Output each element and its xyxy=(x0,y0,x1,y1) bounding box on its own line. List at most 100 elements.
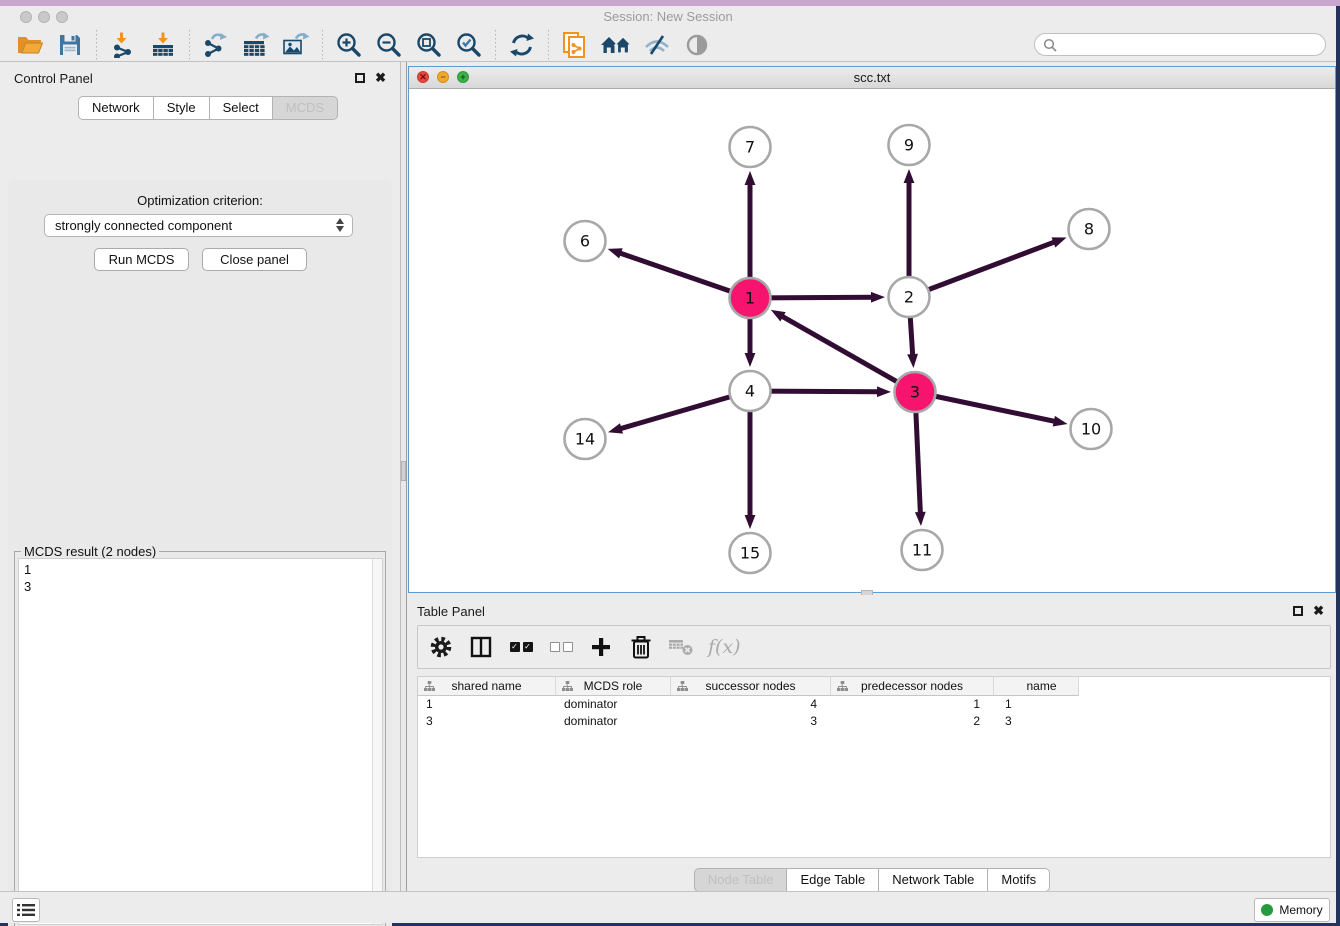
clone-network-icon[interactable] xyxy=(560,29,590,61)
column-header-predecessor-nodes[interactable]: predecessor nodes xyxy=(831,677,994,696)
graph-node-14[interactable]: 14 xyxy=(565,419,606,459)
svg-text:8: 8 xyxy=(1084,220,1094,239)
close-panel-icon[interactable]: ✖ xyxy=(375,71,386,84)
memory-button[interactable]: Memory xyxy=(1254,898,1330,922)
mcds-result-area[interactable]: 1 3 xyxy=(18,558,383,925)
column-header-successor-nodes[interactable]: successor nodes xyxy=(671,677,831,696)
task-history-button[interactable] xyxy=(12,898,40,922)
graph-node-11[interactable]: 11 xyxy=(902,530,943,570)
mcds-result-title: MCDS result (2 nodes) xyxy=(21,544,159,559)
open-folder-icon[interactable] xyxy=(15,29,45,61)
add-column-icon[interactable] xyxy=(588,632,614,662)
search-box[interactable] xyxy=(1034,33,1326,56)
hide-eye-icon[interactable] xyxy=(642,29,672,61)
graph-node-2[interactable]: 2 xyxy=(889,277,930,317)
save-icon[interactable] xyxy=(55,29,85,61)
mcds-panel: Optimization criterion: strongly connect… xyxy=(8,180,392,926)
optimization-criterion-label: Optimization criterion: xyxy=(8,193,392,208)
graph-edge-3-1[interactable] xyxy=(781,316,915,392)
column-header-name[interactable]: name xyxy=(994,677,1079,696)
zoom-fit-icon[interactable] xyxy=(414,29,444,61)
export-image-icon[interactable] xyxy=(281,29,311,61)
main-toolbar xyxy=(0,28,1336,62)
graph-edge-arrowhead xyxy=(745,353,756,367)
tab-mcds[interactable]: MCDS xyxy=(272,96,338,120)
toolbar-separator xyxy=(495,30,496,60)
table-panel-title: Table Panel xyxy=(417,604,485,619)
tab-motifs[interactable]: Motifs xyxy=(987,868,1050,892)
control-panel-tabs: NetworkStyleSelectMCDS xyxy=(78,96,338,120)
svg-text:14: 14 xyxy=(575,430,595,449)
graph-node-6[interactable]: 6 xyxy=(565,221,606,261)
graph-node-1[interactable]: 1 xyxy=(730,278,771,318)
network-window-title: scc.txt xyxy=(409,70,1335,85)
column-header-mcds-role[interactable]: MCDS role xyxy=(556,677,671,696)
float-panel-icon[interactable] xyxy=(355,73,365,83)
tab-network-table[interactable]: Network Table xyxy=(878,868,988,892)
network-window-titlebar[interactable]: ✕ − + scc.txt xyxy=(409,67,1335,89)
table-rows: 1dominator4113dominator323 xyxy=(418,696,1330,730)
splitter-handle[interactable] xyxy=(401,461,406,481)
titlebar: Session: New Session xyxy=(0,6,1336,28)
svg-text:2: 2 xyxy=(904,288,914,307)
home-icon[interactable] xyxy=(600,29,632,61)
zoom-in-icon[interactable] xyxy=(334,29,364,61)
graph-edge-arrowhead xyxy=(871,292,885,303)
svg-text:7: 7 xyxy=(745,138,755,157)
graph-node-15[interactable]: 15 xyxy=(730,533,771,573)
split-columns-icon[interactable] xyxy=(468,632,494,662)
export-network-icon[interactable] xyxy=(201,29,231,61)
unselect-all-icon[interactable] xyxy=(548,632,574,662)
control-panel: Control Panel ✖ NetworkStyleSelectMCDS O… xyxy=(0,62,400,891)
graph-edge-arrowhead xyxy=(608,423,623,433)
result-scrollbar[interactable] xyxy=(372,559,382,924)
tab-style[interactable]: Style xyxy=(153,96,210,120)
network-graph[interactable]: 1 2 3 4 6 7 8 9 10 11 14 15 xyxy=(409,89,1335,592)
window-title: Session: New Session xyxy=(0,9,1336,24)
panel-splitter[interactable] xyxy=(400,62,407,891)
export-table-icon[interactable] xyxy=(241,29,271,61)
delete-column-icon[interactable] xyxy=(628,632,654,662)
memory-status-icon xyxy=(1261,904,1273,916)
graph-node-9[interactable]: 9 xyxy=(889,125,930,165)
table-row[interactable]: 1dominator411 xyxy=(418,696,1330,713)
mcds-result-text: 1 3 xyxy=(24,561,31,595)
import-table-icon[interactable] xyxy=(148,29,178,61)
column-header-shared-name[interactable]: shared name xyxy=(418,677,556,696)
run-mcds-button[interactable]: Run MCDS xyxy=(94,248,189,271)
import-network-icon[interactable] xyxy=(108,29,138,61)
refresh-layout-icon[interactable] xyxy=(507,29,537,61)
zoom-selected-icon[interactable] xyxy=(454,29,484,61)
graph-node-10[interactable]: 10 xyxy=(1071,409,1112,449)
tab-node-table[interactable]: Node Table xyxy=(694,868,788,892)
select-all-icon[interactable]: ✓✓ xyxy=(508,632,534,662)
graph-edge-arrowhead xyxy=(1053,416,1068,427)
float-table-panel-icon[interactable] xyxy=(1293,606,1303,616)
graph-edge-arrowhead xyxy=(1052,237,1067,247)
tab-network[interactable]: Network xyxy=(78,96,154,120)
tab-edge-table[interactable]: Edge Table xyxy=(786,868,879,892)
search-icon xyxy=(1043,38,1057,52)
svg-text:10: 10 xyxy=(1081,420,1101,439)
graph-node-8[interactable]: 8 xyxy=(1069,209,1110,249)
graph-edge-arrowhead xyxy=(904,169,915,183)
table-row[interactable]: 3dominator323 xyxy=(418,713,1330,730)
graph-node-3[interactable]: 3 xyxy=(895,372,936,412)
application-window: Session: New Session xyxy=(0,6,1336,923)
show-eye-icon[interactable] xyxy=(682,29,712,61)
search-input[interactable] xyxy=(1062,38,1317,52)
network-canvas[interactable]: 1 2 3 4 6 7 8 9 10 11 14 15 xyxy=(409,89,1335,592)
graph-node-7[interactable]: 7 xyxy=(730,127,771,167)
close-table-panel-icon[interactable]: ✖ xyxy=(1313,604,1324,617)
toolbar-separator xyxy=(548,30,549,60)
graph-node-4[interactable]: 4 xyxy=(730,371,771,411)
graph-edge-arrowhead xyxy=(915,512,926,526)
delete-table-icon xyxy=(668,632,694,662)
criterion-select[interactable]: strongly connected component xyxy=(44,214,353,237)
settings-gear-icon[interactable] xyxy=(428,632,454,662)
mcds-result-box: MCDS result (2 nodes) 1 3 xyxy=(14,551,386,926)
tab-select[interactable]: Select xyxy=(209,96,273,120)
close-panel-button[interactable]: Close panel xyxy=(202,248,307,271)
zoom-out-icon[interactable] xyxy=(374,29,404,61)
graph-edge-2-8[interactable] xyxy=(909,242,1055,297)
